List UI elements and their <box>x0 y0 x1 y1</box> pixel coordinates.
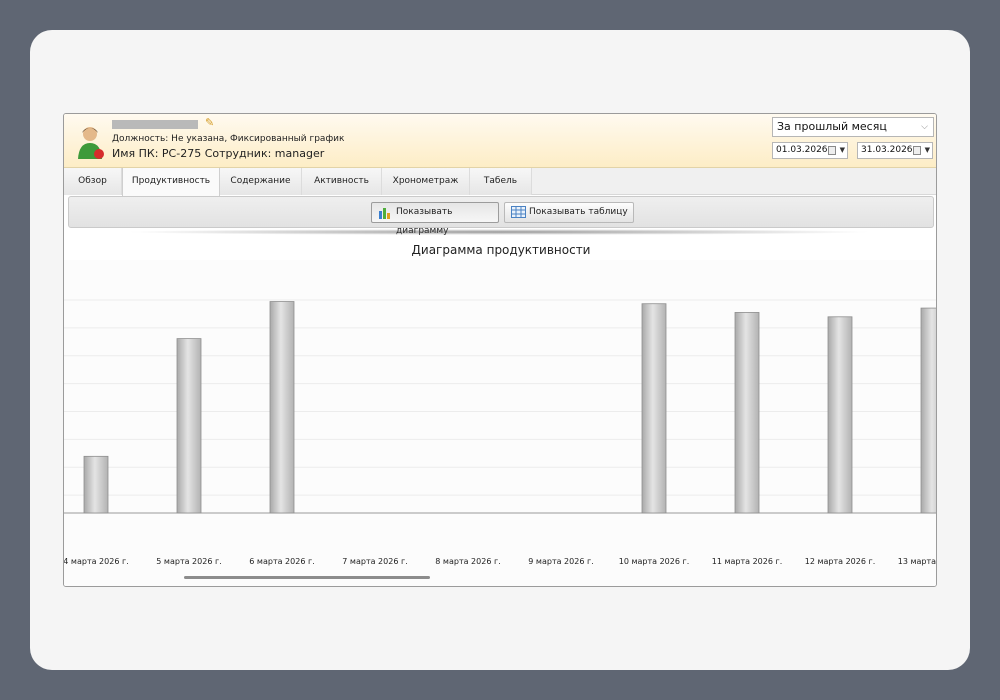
position-text: Должность: Не указана, Фиксированный гра… <box>112 134 345 144</box>
x-tick-label: 12 марта 2026 г. <box>805 557 876 566</box>
edit-pencil-icon[interactable]: ✎ <box>205 117 214 129</box>
tab-activity[interactable]: Активность <box>302 168 382 195</box>
x-tick-label: 5 марта 2026 г. <box>156 557 221 566</box>
show-diagram-button[interactable]: Показывать диаграмму <box>371 202 499 236</box>
date-from-value: 01.03.2026 <box>776 145 828 155</box>
date-from-field[interactable]: 01.03.2026 ▼ <box>772 142 848 159</box>
dropdown-arrow-icon[interactable]: ▼ <box>925 143 930 158</box>
tab-overview[interactable]: Обзор <box>64 168 122 195</box>
tab-timing[interactable]: Хронометраж <box>382 168 470 195</box>
app-window: ✎ Должность: Не указана, Фиксированный г… <box>63 113 937 587</box>
calendar-icon[interactable] <box>913 146 921 155</box>
chart-title: Диаграмма продуктивности <box>411 243 591 257</box>
tab-bar: Обзор Продуктивность Содержание Активнос… <box>64 168 936 196</box>
x-tick-label: 8 марта 2026 г. <box>435 557 500 566</box>
period-select-value: За прошлый месяц <box>777 120 887 133</box>
employee-header: ✎ Должность: Не указана, Фиксированный г… <box>64 114 936 168</box>
dropdown-arrow-icon[interactable]: ▼ <box>840 143 845 158</box>
view-toolbar: Показывать диаграмму Показывать таблицу <box>68 196 934 236</box>
table-icon <box>511 206 526 218</box>
bar-1[interactable] <box>83 455 109 514</box>
date-to-field[interactable]: 31.03.2026 ▼ <box>857 142 933 159</box>
bar-chart-icon <box>379 208 390 219</box>
calendar-icon[interactable] <box>828 146 836 155</box>
horizontal-scrollbar-thumb[interactable] <box>184 576 430 579</box>
x-tick-label: 10 марта 2026 г. <box>619 557 690 566</box>
tab-timesheet[interactable]: Табель <box>470 168 532 195</box>
period-select[interactable]: За прошлый месяц ⌵ <box>772 117 934 137</box>
bar-8[interactable] <box>734 312 760 514</box>
x-tick-label: 7 марта 2026 г. <box>342 557 407 566</box>
x-tick-label: 13 марта 2026 г. <box>898 557 937 566</box>
pc-name-text: Имя ПК: PC-275 Сотрудник: manager <box>112 147 325 160</box>
x-tick-label: 6 марта 2026 г. <box>249 557 314 566</box>
chevron-down-icon: ⌵ <box>921 122 928 132</box>
x-tick-label: 4 марта 2026 г. <box>64 557 129 566</box>
user-avatar-icon <box>78 127 104 159</box>
tab-productivity[interactable]: Продуктивность <box>122 168 220 196</box>
bar-7[interactable] <box>641 303 667 514</box>
bar-10[interactable] <box>920 307 937 514</box>
bar-9[interactable] <box>827 316 853 514</box>
x-tick-label: 11 марта 2026 г. <box>712 557 783 566</box>
productivity-bar-chart: 4 марта 2026 г. 5 марта 2026 г. 6 марта 20… <box>64 299 937 566</box>
x-tick-label: 9 марта 2026 г. <box>528 557 593 566</box>
toolbar-shadow <box>124 229 874 235</box>
show-table-button[interactable]: Показывать таблицу <box>504 202 634 223</box>
tab-content[interactable]: Содержание <box>220 168 302 195</box>
bar-3[interactable] <box>269 301 295 514</box>
bar-2[interactable] <box>176 338 202 514</box>
show-table-label: Показывать таблицу <box>529 207 628 217</box>
date-to-value: 31.03.2026 <box>861 145 913 155</box>
employee-name-redacted <box>112 120 198 129</box>
